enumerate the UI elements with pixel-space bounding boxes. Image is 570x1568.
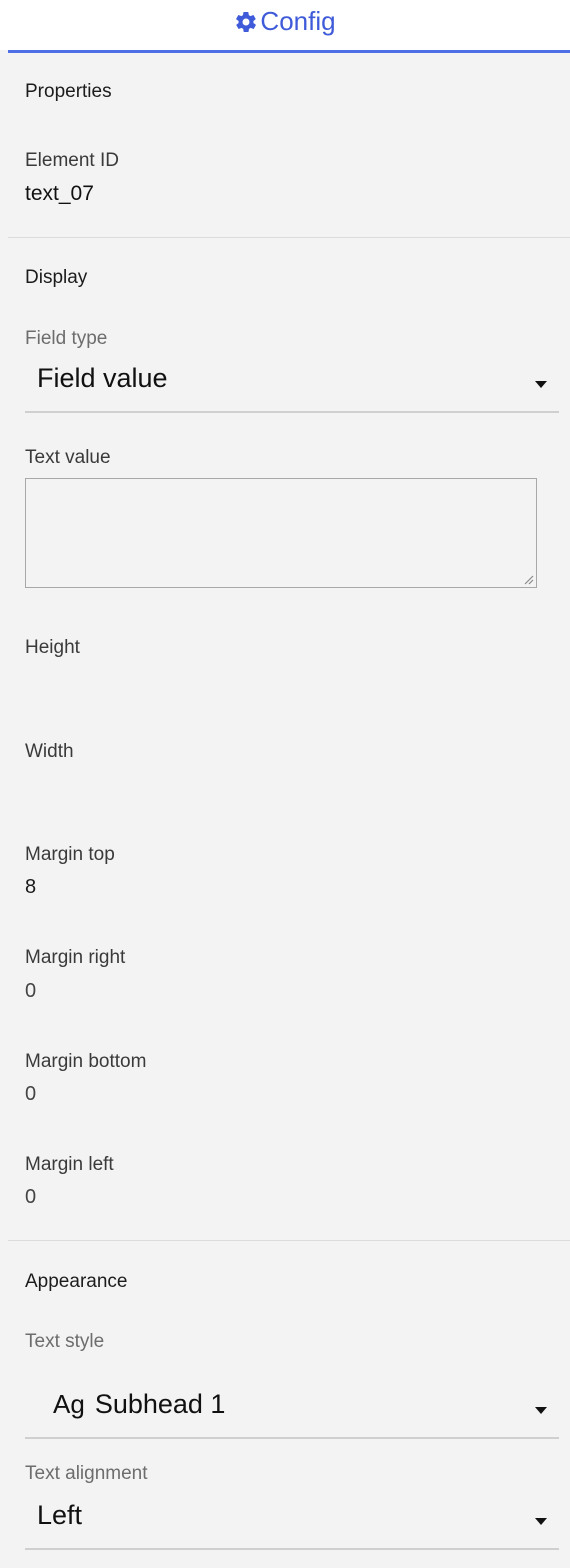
config-panel: Config Properties Element ID text_07 Dis… <box>0 0 570 1568</box>
divider <box>8 1240 570 1241</box>
section-title-appearance: Appearance <box>25 1271 128 1292</box>
text-style-label: Text style <box>25 1331 105 1352</box>
gear-icon <box>234 10 258 41</box>
margin-top-value: 8 <box>25 876 37 898</box>
margin-right-label: Margin right <box>25 947 126 968</box>
tab-config[interactable]: Config <box>0 6 570 41</box>
height-label: Height <box>25 637 80 658</box>
width-label: Width <box>25 741 74 762</box>
resize-handle-icon[interactable] <box>522 573 534 585</box>
text-style-display: Ag Subhead 1 <box>53 1389 225 1420</box>
field-type-label: Field type <box>25 328 108 349</box>
field-type-select[interactable]: Field value <box>25 357 559 413</box>
field-type-value: Field value <box>37 363 168 393</box>
chevron-down-icon <box>535 1518 547 1525</box>
chevron-down-icon <box>535 1407 547 1414</box>
chevron-down-icon <box>535 381 547 388</box>
margin-bottom-label: Margin bottom <box>25 1051 147 1072</box>
section-title-display: Display <box>25 267 88 288</box>
margin-top-label: Margin top <box>25 844 115 865</box>
text-alignment-value: Left <box>37 1500 83 1530</box>
text-style-value: Subhead 1 <box>94 1389 226 1419</box>
text-style-select[interactable]: Ag Subhead 1 <box>25 1383 559 1439</box>
element-id-value: text_07 <box>25 182 94 205</box>
text-value-label: Text value <box>25 447 111 468</box>
margin-right-value: 0 <box>25 980 37 1002</box>
active-tab-indicator <box>8 50 570 53</box>
text-alignment-select[interactable]: Left <box>25 1494 559 1550</box>
margin-left-label: Margin left <box>25 1154 114 1175</box>
section-title-properties: Properties <box>25 81 112 102</box>
text-alignment-label: Text alignment <box>25 1463 148 1484</box>
margin-bottom-value: 0 <box>25 1083 37 1105</box>
element-id-label: Element ID <box>25 150 119 171</box>
margin-left-value: 0 <box>25 1186 37 1208</box>
panel-header: Config <box>0 0 570 50</box>
text-style-preview-icon: Ag <box>53 1389 85 1419</box>
divider <box>8 237 570 238</box>
text-value-textarea[interactable] <box>25 478 537 588</box>
tab-config-label: Config <box>260 6 336 36</box>
